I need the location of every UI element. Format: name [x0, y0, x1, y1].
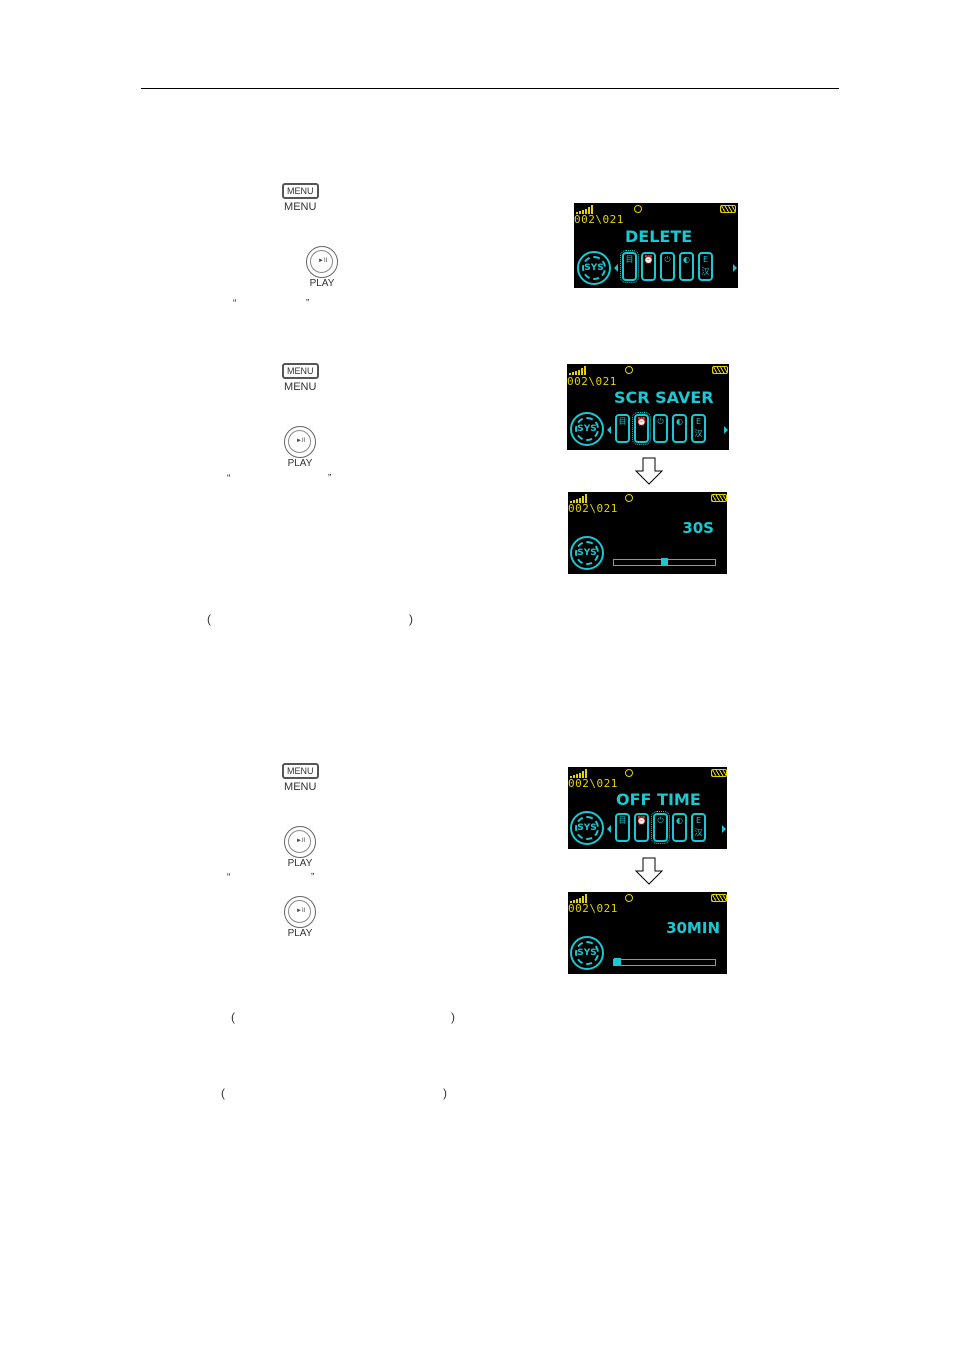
clock-icon	[625, 366, 633, 374]
header-rule	[141, 88, 839, 89]
track-counter: 002\021	[568, 777, 618, 790]
screen-scr-saver-value: 002\021 30S SYS	[568, 492, 727, 574]
menu-label: MENU	[284, 781, 317, 793]
play-button-graphic: ►II PLAY	[284, 896, 316, 940]
contrast-icon: ◐	[672, 813, 687, 842]
open-paren: (	[231, 1010, 235, 1024]
screen-title: OFF TIME	[616, 790, 701, 809]
track-counter: 002\021	[567, 375, 617, 388]
right-arrow-icon	[722, 825, 726, 833]
power-timer-icon: ⏻	[653, 414, 668, 443]
icon-strip: 目 ⏰ ⏻ ◐ E汉	[615, 811, 706, 844]
down-arrow-icon	[634, 857, 664, 885]
value-readout: 30S	[682, 519, 714, 537]
alarm-icon: ⏰	[632, 412, 651, 445]
battery-icon	[711, 494, 727, 502]
menu-button-graphic: MENU MENU	[282, 361, 319, 394]
play-label: PLAY	[309, 278, 335, 289]
screen-title: DELETE	[625, 227, 693, 246]
value-readout: 30MIN	[666, 919, 720, 937]
alarm-icon: ⏰	[634, 813, 649, 842]
menu-key: MENU	[282, 183, 319, 199]
open-paren: (	[221, 1086, 225, 1100]
delete-icon: 目	[615, 414, 630, 443]
open-paren: (	[207, 612, 211, 626]
sys-icon: SYS	[577, 251, 611, 285]
power-timer-icon: ⏻	[660, 252, 675, 281]
menu-button-graphic: MENU MENU	[282, 761, 319, 794]
menu-button-graphic: MENU MENU	[282, 181, 319, 214]
play-label: PLAY	[287, 858, 313, 869]
sys-icon: SYS	[570, 936, 604, 970]
left-arrow-icon	[607, 825, 611, 833]
battery-icon	[711, 894, 727, 902]
screen-off-time-value: 002\021 30MIN SYS	[568, 892, 727, 974]
close-quote: ”	[306, 298, 310, 309]
menu-key: MENU	[282, 363, 319, 379]
track-counter: 002\021	[574, 213, 624, 226]
delete-icon: 目	[615, 813, 630, 842]
clock-icon	[625, 494, 633, 502]
play-label: PLAY	[287, 458, 313, 469]
battery-icon	[712, 366, 728, 374]
alarm-icon: ⏰	[641, 252, 656, 281]
play-pause-icon: ►II	[306, 246, 338, 278]
open-quote: “	[227, 872, 231, 883]
play-button-graphic: ►II PLAY	[284, 826, 316, 870]
timer-slider[interactable]	[613, 558, 716, 566]
clock-icon	[625, 769, 633, 777]
menu-key: MENU	[282, 763, 319, 779]
icon-strip: 目 ⏰ ⏻ ◐ E汉	[615, 412, 706, 445]
screen-off-time: 002\021 OFF TIME SYS 目 ⏰ ⏻ ◐ E汉	[568, 767, 727, 849]
contrast-icon: ◐	[679, 252, 694, 281]
play-pause-icon: ►II	[284, 896, 316, 928]
open-quote: “	[227, 473, 231, 484]
sys-icon: SYS	[570, 811, 604, 845]
play-pause-icon: ►II	[284, 426, 316, 458]
play-button-graphic: ►II PLAY	[284, 426, 316, 470]
battery-icon	[720, 205, 736, 213]
sys-icon: SYS	[570, 536, 604, 570]
icon-strip: 目 ⏰ ⏻ ◐ E汉	[620, 250, 713, 283]
open-quote: “	[233, 298, 237, 309]
clock-icon	[625, 894, 633, 902]
close-paren: )	[451, 1010, 455, 1024]
track-counter: 002\021	[568, 902, 618, 915]
close-quote: ”	[311, 872, 315, 883]
battery-icon	[711, 769, 727, 777]
power-timer-icon: ⏻	[651, 811, 670, 844]
close-paren: )	[443, 1086, 447, 1100]
language-icon: E汉	[698, 252, 713, 281]
track-counter: 002\021	[568, 502, 618, 515]
play-pause-icon: ►II	[284, 826, 316, 858]
delete-icon: 目	[620, 250, 639, 283]
language-icon: E汉	[691, 813, 706, 842]
clock-icon	[634, 205, 642, 213]
screen-delete: 002\021 DELETE SYS 目 ⏰ ⏻ ◐ E汉	[574, 203, 738, 288]
right-arrow-icon	[733, 264, 737, 272]
sys-icon: SYS	[570, 412, 604, 446]
screen-scr-saver: 002\021 SCR SAVER SYS 目 ⏰ ⏻ ◐ E汉	[567, 364, 729, 450]
close-paren: )	[409, 612, 413, 626]
screen-title: SCR SAVER	[614, 388, 714, 407]
menu-label: MENU	[284, 381, 317, 393]
left-arrow-icon	[614, 264, 618, 272]
timer-slider[interactable]	[613, 958, 716, 966]
menu-label: MENU	[284, 201, 317, 213]
slider-knob[interactable]	[661, 558, 668, 565]
play-label: PLAY	[287, 928, 313, 939]
left-arrow-icon	[607, 426, 611, 434]
contrast-icon: ◐	[672, 414, 687, 443]
signal-icon	[569, 366, 586, 375]
play-button-graphic: ►II PLAY	[306, 246, 338, 290]
close-quote: ”	[328, 473, 332, 484]
down-arrow-icon	[634, 457, 664, 485]
right-arrow-icon	[724, 426, 728, 434]
slider-knob[interactable]	[614, 958, 621, 965]
language-icon: E汉	[691, 414, 706, 443]
